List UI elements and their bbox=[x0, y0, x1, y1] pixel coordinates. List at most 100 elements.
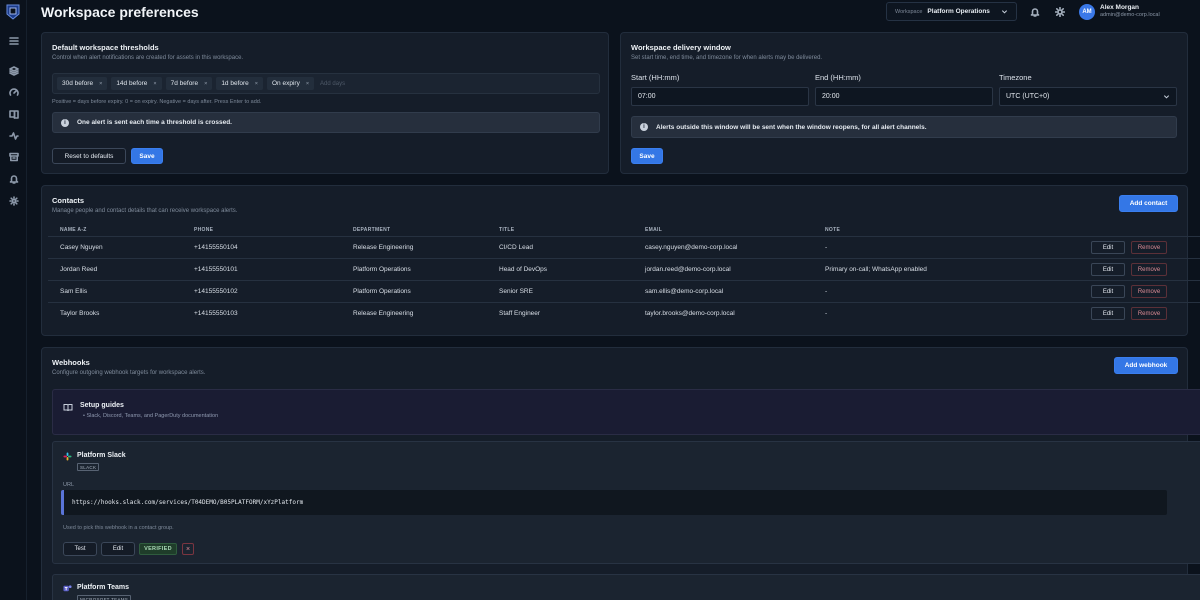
book-icon[interactable] bbox=[8, 108, 19, 119]
status-badge: VERIFIED bbox=[139, 543, 177, 555]
webhook-name: Platform Teams bbox=[77, 584, 129, 591]
table-row: Taylor Brooks +14155550103 Release Engin… bbox=[48, 302, 1200, 324]
workspace-label: Workspace bbox=[895, 8, 923, 15]
threshold-chip: On expiry × bbox=[267, 77, 315, 90]
contact-title: Staff Engineer bbox=[499, 310, 541, 317]
threshold-chip: 30d before × bbox=[57, 77, 108, 90]
contact-email: jordan.reed@demo-corp.local bbox=[645, 266, 731, 273]
end-time-field[interactable]: 20:00 bbox=[815, 87, 993, 106]
contacts-subtitle: Manage people and contact details that c… bbox=[52, 208, 238, 214]
webhook-item: Platform Slack SLACK URL https://hooks.s… bbox=[52, 441, 1200, 564]
webhooks-card: Webhooks Configure outgoing webhook targ… bbox=[41, 347, 1200, 600]
contact-note: - bbox=[825, 244, 828, 251]
edit-contact-button[interactable]: Edit bbox=[1091, 285, 1125, 298]
thresholds-info-banner: i One alert is sent each time a threshol… bbox=[52, 112, 600, 133]
contacts-card: Contacts Manage people and contact detai… bbox=[41, 185, 1200, 336]
thresholds-title: Default workspace thresholds bbox=[52, 43, 159, 52]
layers-icon[interactable] bbox=[8, 65, 19, 76]
add-webhook-button[interactable]: Add webhook bbox=[1114, 357, 1178, 374]
chevron-down-icon bbox=[1163, 95, 1170, 99]
reset-defaults-button[interactable]: Reset to defaults bbox=[52, 148, 126, 164]
menu-icon[interactable] bbox=[8, 35, 19, 46]
contact-department: Release Engineering bbox=[353, 244, 414, 251]
info-icon: i bbox=[640, 123, 648, 131]
info-icon: i bbox=[61, 118, 69, 127]
contacts-title: Contacts bbox=[52, 196, 85, 205]
contact-name: Taylor Brooks bbox=[60, 310, 100, 317]
book-open-icon bbox=[63, 404, 73, 412]
setup-guides-panel[interactable]: Setup guides • Slack, Discord, Teams, an… bbox=[52, 389, 1200, 435]
column-header-note: NOTE bbox=[825, 227, 841, 233]
archive-icon[interactable] bbox=[8, 151, 19, 162]
contact-title: Head of DevOps bbox=[499, 266, 548, 273]
activity-icon[interactable] bbox=[8, 130, 19, 141]
webhook-type-badge: SLACK bbox=[77, 463, 100, 471]
remove-contact-button[interactable]: Remove bbox=[1131, 307, 1167, 320]
column-header-email: EMAIL bbox=[645, 227, 663, 233]
remove-contact-button[interactable]: Remove bbox=[1131, 263, 1167, 276]
teams-icon bbox=[63, 585, 72, 592]
remove-contact-button[interactable]: Remove bbox=[1131, 241, 1167, 254]
delivery-info-banner: i Alerts outside this window will be sen… bbox=[631, 116, 1177, 138]
contact-phone: +14155550101 bbox=[194, 266, 238, 273]
add-contact-button[interactable]: Add contact bbox=[1119, 195, 1178, 212]
chevron-down-icon bbox=[1001, 10, 1008, 14]
gauge-icon[interactable] bbox=[8, 86, 19, 97]
notifications-bell-icon[interactable] bbox=[1030, 7, 1040, 17]
timezone-select[interactable]: UTC (UTC+0) bbox=[999, 87, 1177, 106]
theme-sun-icon[interactable] bbox=[1054, 6, 1066, 18]
webhook-url-field[interactable]: https://hooks.slack.com/services/T04DEMO… bbox=[61, 490, 1167, 515]
user-email: admin@demo-corp.local bbox=[1100, 12, 1160, 18]
delivery-title: Workspace delivery window bbox=[631, 43, 731, 52]
edit-contact-button[interactable]: Edit bbox=[1091, 263, 1125, 276]
app-logo-icon[interactable] bbox=[4, 2, 22, 22]
setup-guides-list-item: • Slack, Discord, Teams, and PagerDuty d… bbox=[83, 413, 219, 419]
threshold-chip-input[interactable]: 30d before × 14d before × 7d before × 1d be… bbox=[52, 73, 600, 94]
thresholds-save-button[interactable]: Save bbox=[131, 148, 163, 164]
chip-remove-icon[interactable]: × bbox=[153, 81, 156, 87]
avatar[interactable]: AM bbox=[1079, 4, 1095, 20]
bell-icon[interactable] bbox=[8, 173, 19, 184]
thresholds-subtitle: Control when alert notifications are cre… bbox=[52, 55, 244, 61]
webhook-item: Platform Teams MICROSOFT TEAMS bbox=[52, 574, 1200, 600]
contact-phone: +14155550104 bbox=[194, 244, 238, 251]
webhook-name: Platform Slack bbox=[77, 452, 126, 459]
user-name: Alex Morgan bbox=[1100, 4, 1140, 11]
page-title: Workspace preferences bbox=[41, 4, 199, 20]
webhooks-subtitle: Configure outgoing webhook targets for w… bbox=[52, 370, 206, 376]
contact-email: taylor.brooks@demo-corp.local bbox=[645, 310, 735, 317]
chip-remove-icon[interactable]: × bbox=[99, 81, 102, 87]
column-header-department: DEPARTMENT bbox=[353, 227, 391, 233]
contact-name: Sam Ellis bbox=[60, 288, 88, 295]
add-days-input[interactable]: Add days bbox=[320, 81, 345, 87]
column-header-name[interactable]: NAME A-Z bbox=[60, 227, 87, 233]
edit-contact-button[interactable]: Edit bbox=[1091, 307, 1125, 320]
contact-note: - bbox=[825, 310, 828, 317]
remove-webhook-button[interactable]: × bbox=[182, 543, 194, 555]
delivery-save-button[interactable]: Save bbox=[631, 148, 663, 164]
workspace-select[interactable]: Workspace Platform Operations bbox=[886, 2, 1017, 21]
threshold-chip: 7d before × bbox=[165, 77, 213, 90]
chip-remove-icon[interactable]: × bbox=[255, 81, 258, 87]
contact-department: Release Engineering bbox=[353, 310, 414, 317]
setup-guides-title: Setup guides bbox=[80, 402, 124, 409]
chip-remove-icon[interactable]: × bbox=[204, 81, 207, 87]
webhooks-title: Webhooks bbox=[52, 358, 90, 367]
delivery-subtitle: Set start time, end time, and timezone f… bbox=[631, 55, 823, 61]
settings-icon[interactable] bbox=[8, 195, 19, 206]
test-webhook-button[interactable]: Test bbox=[63, 542, 97, 556]
sidebar bbox=[0, 0, 27, 600]
remove-contact-button[interactable]: Remove bbox=[1131, 285, 1167, 298]
chip-remove-icon[interactable]: × bbox=[306, 81, 309, 87]
column-header-title: TITLE bbox=[499, 227, 515, 233]
delivery-window-card: Workspace delivery window Set start time… bbox=[620, 32, 1188, 174]
start-time-field[interactable]: 07:00 bbox=[631, 87, 809, 106]
contact-note: Primary on-call; WhatsApp enabled bbox=[825, 266, 927, 273]
contact-email: casey.nguyen@demo-corp.local bbox=[645, 244, 738, 251]
contact-department: Platform Operations bbox=[353, 266, 411, 273]
threshold-chip: 14d before × bbox=[111, 77, 162, 90]
workspace-value: Platform Operations bbox=[927, 8, 990, 15]
edit-contact-button[interactable]: Edit bbox=[1091, 241, 1125, 254]
edit-webhook-button[interactable]: Edit bbox=[101, 542, 135, 556]
contact-name: Jordan Reed bbox=[60, 266, 98, 273]
